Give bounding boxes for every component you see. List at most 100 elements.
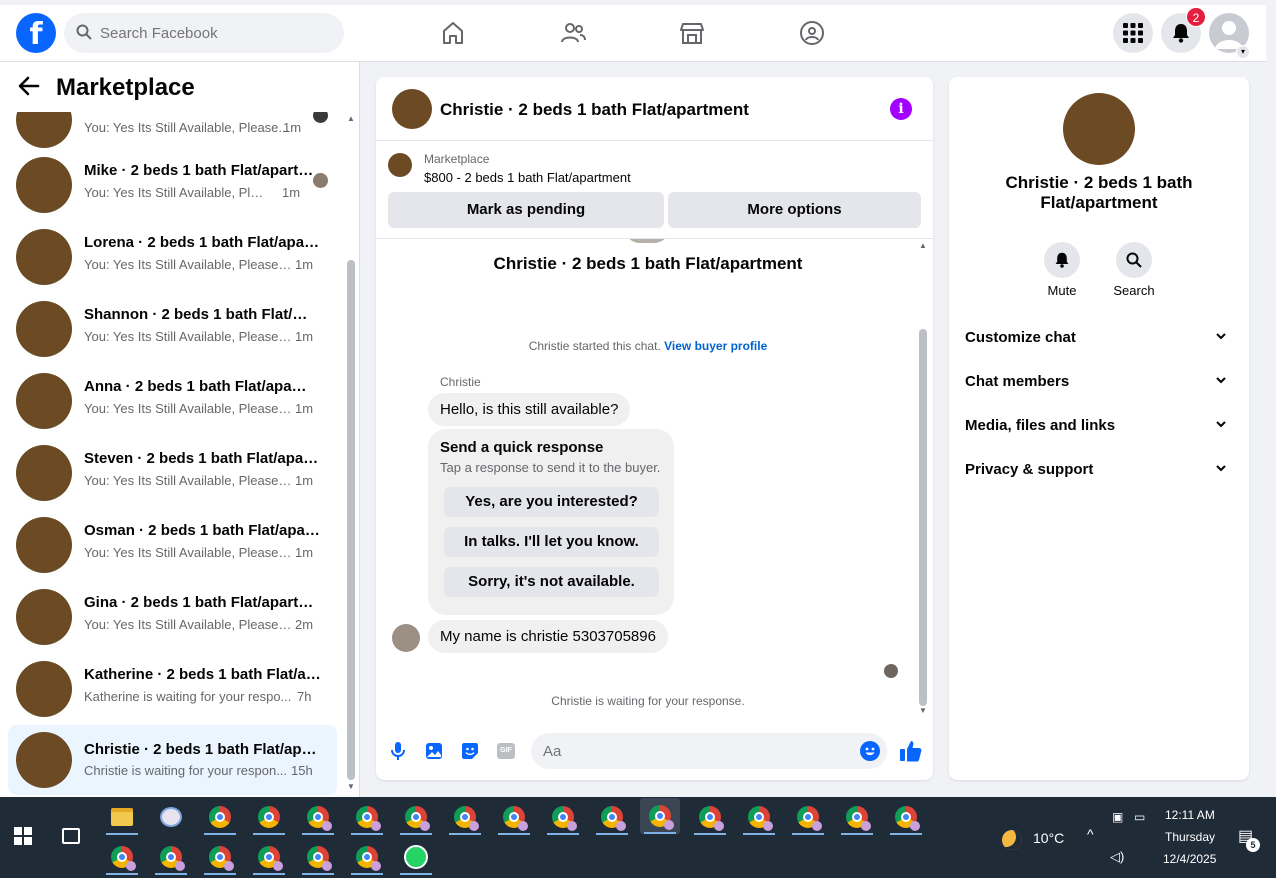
chrome-icon[interactable]: [249, 799, 289, 835]
facebook-logo-icon[interactable]: f: [16, 13, 56, 53]
chrome-icon[interactable]: [200, 799, 240, 835]
chrome-profile-icon[interactable]: [739, 799, 779, 835]
more-options-button[interactable]: More options: [668, 192, 921, 228]
chrome-profile-icon[interactable]: [494, 799, 534, 835]
chrome-profile-icon[interactable]: [788, 799, 828, 835]
chat-scrollbar[interactable]: ▲ ▼: [917, 241, 929, 717]
listing-thumbnail: [16, 589, 72, 645]
mute-button[interactable]: Mute: [1032, 242, 1092, 298]
incoming-message: My name is christie 5303705896: [428, 620, 668, 653]
marketplace-icon[interactable]: [676, 17, 708, 49]
top-navigation-bar: f 2 ▾: [0, 0, 1266, 62]
tray-chevron-up-icon[interactable]: ^: [1087, 826, 1094, 842]
chat-members-section[interactable]: Chat members: [957, 364, 1241, 400]
chrome-profile-icon[interactable]: [200, 839, 240, 875]
chat-avatar[interactable]: [392, 89, 432, 129]
listing-price[interactable]: $800 - 2 beds 1 bath Flat/apartment: [424, 170, 631, 185]
paint-app-icon[interactable]: [151, 799, 191, 835]
scrollbar-thumb[interactable]: [919, 329, 927, 706]
conversation-item[interactable]: Katherine · 2 beds 1 bath Flat/apartment…: [8, 657, 337, 721]
task-view-icon[interactable]: [62, 828, 80, 844]
message-input[interactable]: [531, 733, 887, 769]
volume-icon[interactable]: ◁): [1110, 849, 1124, 865]
chrome-profile-icon[interactable]: [543, 799, 583, 835]
sidebar-scrollbar[interactable]: ▲ ▼: [345, 110, 358, 797]
chrome-profile-icon[interactable]: [347, 799, 387, 835]
back-arrow-icon[interactable]: [18, 76, 40, 101]
scroll-up-icon[interactable]: ▲: [347, 114, 355, 123]
scroll-down-icon[interactable]: ▼: [919, 706, 927, 715]
conversation-item[interactable]: Steven · 2 beds 1 bath Flat/apartment Yo…: [8, 441, 337, 505]
sidebar-title: Marketplace: [56, 74, 195, 101]
conversation-item-selected[interactable]: Christie · 2 beds 1 bath Flat/apartment …: [8, 725, 337, 795]
meet-now-icon[interactable]: ▣: [1112, 810, 1123, 824]
conversation-title: Shannon · 2 beds 1 bath Flat/apartment: [84, 306, 312, 323]
emoji-icon[interactable]: [860, 741, 880, 761]
scroll-down-icon[interactable]: ▼: [347, 782, 355, 791]
sticker-icon[interactable]: [460, 741, 480, 761]
file-explorer-icon[interactable]: [102, 799, 142, 835]
thumbs-up-icon[interactable]: [899, 739, 923, 763]
chat-header: Christie · 2 beds 1 bath Flat/apartment …: [376, 77, 933, 141]
search-conversation-button[interactable]: Search: [1104, 242, 1164, 298]
scroll-up-icon[interactable]: ▲: [919, 241, 927, 250]
quick-response-button[interactable]: In talks. I'll let you know.: [444, 527, 659, 557]
privacy-support-section[interactable]: Privacy & support: [957, 452, 1241, 488]
message-list: Christie · 2 beds 1 bath Flat/apartment …: [376, 239, 920, 719]
mark-as-pending-button[interactable]: Mark as pending: [388, 192, 664, 228]
view-buyer-profile-link[interactable]: View buyer profile: [664, 339, 767, 353]
photo-icon[interactable]: [424, 741, 444, 761]
chrome-profile-icon[interactable]: [347, 839, 387, 875]
home-icon[interactable]: [437, 17, 469, 49]
chrome-profile-icon[interactable]: [690, 799, 730, 835]
quick-response-button[interactable]: Sorry, it's not available.: [444, 567, 659, 597]
gif-icon[interactable]: GIF: [497, 743, 515, 759]
network-icon[interactable]: ▭: [1134, 810, 1145, 824]
chat-title[interactable]: Christie · 2 beds 1 bath Flat/apartment: [440, 100, 749, 120]
whatsapp-icon[interactable]: [396, 839, 436, 875]
microphone-icon[interactable]: [388, 741, 408, 761]
chrome-profile-icon[interactable]: [396, 799, 436, 835]
conversation-item[interactable]: Osman · 2 beds 1 bath Flat/apartment You…: [8, 513, 337, 577]
chrome-profile-icon-active[interactable]: [640, 798, 680, 834]
chrome-profile-icon[interactable]: [445, 799, 485, 835]
listing-thumbnail: [16, 373, 72, 429]
menu-grid-button[interactable]: [1113, 13, 1153, 53]
conversation-time: 1m: [295, 329, 314, 344]
listing-thumbnail[interactable]: [388, 153, 412, 177]
temperature[interactable]: 10°C: [1033, 830, 1064, 846]
clock-day[interactable]: Thursday: [1165, 830, 1215, 844]
chrome-profile-icon[interactable]: [249, 839, 289, 875]
conversation-item[interactable]: Mike · 2 beds 1 bath Flat/apartment You:…: [8, 153, 337, 217]
listing-avatar[interactable]: [1063, 93, 1135, 165]
quick-response-button[interactable]: Yes, are you interested?: [444, 487, 659, 517]
windows-start-icon[interactable]: [14, 827, 32, 845]
chrome-profile-icon[interactable]: [837, 799, 877, 835]
conversation-item[interactable]: Shannon · 2 beds 1 bath Flat/apartment Y…: [8, 297, 337, 361]
clock-date[interactable]: 12/4/2025: [1163, 852, 1216, 866]
chrome-profile-icon[interactable]: [102, 839, 142, 875]
chrome-profile-icon[interactable]: [298, 799, 338, 835]
account-chevron-icon[interactable]: ▾: [1236, 45, 1250, 59]
chrome-profile-icon[interactable]: [592, 799, 632, 835]
sender-avatar[interactable]: [392, 624, 420, 652]
chrome-profile-icon[interactable]: [298, 839, 338, 875]
friends-icon[interactable]: [557, 17, 589, 49]
info-icon[interactable]: i: [890, 98, 912, 120]
groups-icon[interactable]: [796, 17, 828, 49]
chrome-profile-icon[interactable]: [151, 839, 191, 875]
search-input[interactable]: [100, 13, 330, 53]
conversation-item[interactable]: Anna · 2 beds 1 bath Flat/apartment You:…: [8, 369, 337, 433]
chrome-profile-icon[interactable]: [886, 799, 926, 835]
conversation-item[interactable]: Lorena · 2 beds 1 bath Flat/apartment Yo…: [8, 225, 337, 289]
conversation-item[interactable]: Gina · 2 beds 1 bath Flat/apartment You:…: [8, 585, 337, 649]
conversation-preview: You: Yes Its Still Available, Please S..…: [84, 329, 294, 344]
weather-moon-icon[interactable]: [1002, 830, 1022, 850]
page-scrollbar[interactable]: [1266, 0, 1276, 797]
clock-time[interactable]: 12:11 AM: [1165, 808, 1215, 822]
search-box[interactable]: [64, 13, 344, 53]
customize-chat-section[interactable]: Customize chat: [957, 320, 1241, 356]
media-files-links-section[interactable]: Media, files and links: [957, 408, 1241, 444]
scrollbar-thumb[interactable]: [347, 260, 355, 780]
conversation-preview: Katherine is waiting for your respo...: [84, 689, 292, 704]
